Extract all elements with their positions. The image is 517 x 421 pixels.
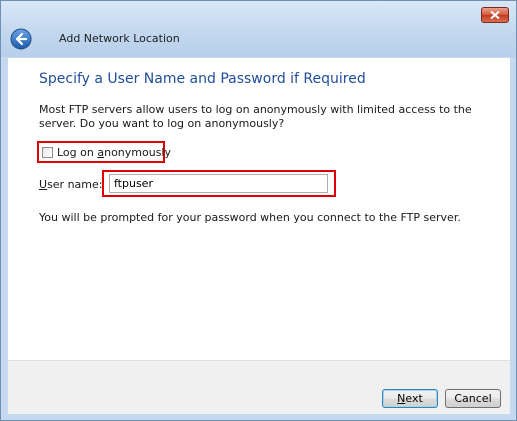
- close-button[interactable]: [481, 7, 509, 23]
- wizard-footer: Next Cancel: [8, 360, 510, 414]
- next-button[interactable]: Next: [382, 389, 438, 408]
- window-title: Add Network Location: [59, 32, 180, 45]
- anonymous-logon-highlight: Log on anonymously: [37, 141, 171, 163]
- add-network-location-window: Add Network Location Specify a User Name…: [0, 0, 517, 421]
- user-name-label: User name:: [39, 178, 103, 191]
- password-note: You will be prompted for your password w…: [39, 211, 461, 224]
- close-icon: [490, 11, 500, 19]
- log-on-anonymously-checkbox[interactable]: [42, 147, 53, 158]
- log-on-anonymously-label[interactable]: Log on anonymously: [57, 146, 171, 159]
- cancel-button[interactable]: Cancel: [445, 389, 501, 408]
- back-arrow-icon: [10, 28, 32, 50]
- title-bar: Add Network Location: [1, 1, 516, 57]
- page-description: Most FTP servers allow users to log on a…: [39, 103, 472, 130]
- wizard-content: Specify a User Name and Password if Requ…: [8, 58, 510, 360]
- user-name-highlight: [102, 170, 336, 197]
- page-heading: Specify a User Name and Password if Requ…: [39, 71, 366, 87]
- user-name-input[interactable]: [109, 174, 328, 193]
- back-button[interactable]: [10, 28, 32, 50]
